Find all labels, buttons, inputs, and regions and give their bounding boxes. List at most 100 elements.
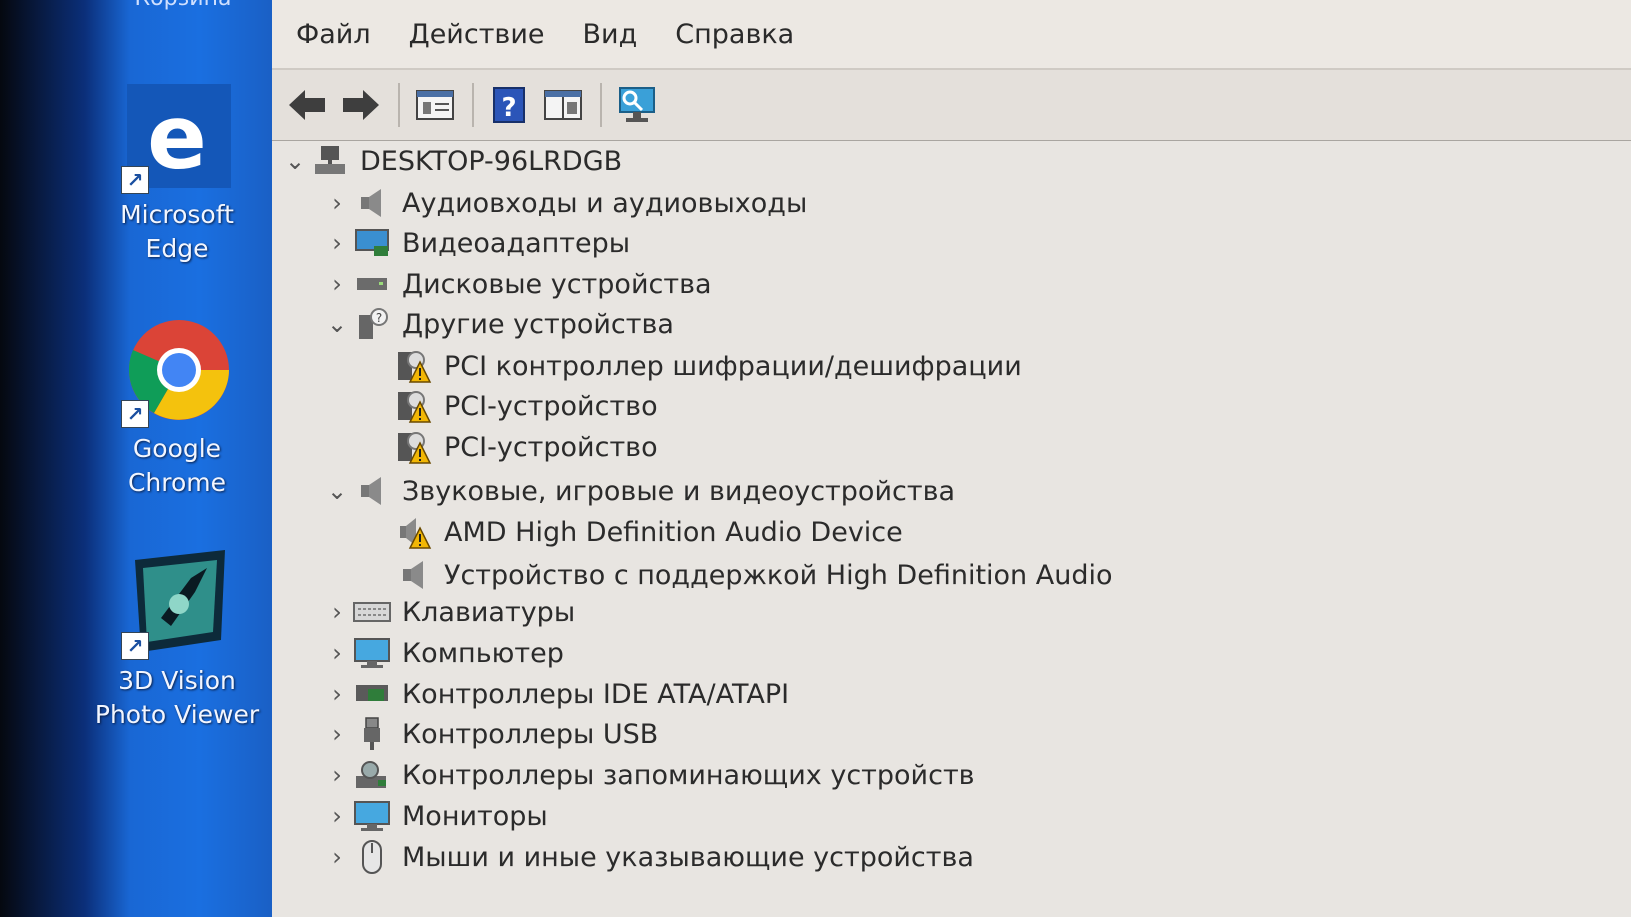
unknown-device-icon: ? xyxy=(352,306,392,342)
tree-node-video-adapters[interactable]: › Видеоадаптеры xyxy=(322,223,630,263)
forward-arrow-icon xyxy=(343,90,379,120)
chevron-right-icon[interactable]: › xyxy=(322,720,352,748)
tree-node-pci-device-1[interactable]: PCI-устройство xyxy=(394,386,658,426)
device-manager-window: Файл Действие Вид Справка ? ⌄ DESKTOP-96… xyxy=(272,0,1631,917)
display-adapter-icon xyxy=(352,225,392,261)
chevron-right-icon[interactable]: › xyxy=(322,598,352,626)
help-button[interactable]: ? xyxy=(486,82,532,128)
monitor-icon xyxy=(352,798,392,834)
shortcut-3d-vision-photo-viewer[interactable]: ↗ 3D Vision Photo Viewer xyxy=(92,548,262,732)
shortcut-arrow-icon: ↗ xyxy=(121,400,149,428)
tree-node-label: Аудиовходы и аудиовыходы xyxy=(402,187,808,219)
monitor-icon xyxy=(352,635,392,671)
tree-node-label: Видеоадаптеры xyxy=(402,227,631,259)
chevron-right-icon[interactable]: › xyxy=(322,680,352,708)
tree-node-audio-io[interactable]: › Аудиовходы и аудиовыходы xyxy=(322,183,807,223)
console-tree-icon xyxy=(544,90,582,120)
toolbar: ? xyxy=(272,68,1631,143)
mouse-icon xyxy=(352,839,392,875)
menu-action[interactable]: Действие xyxy=(409,19,545,50)
chevron-down-icon[interactable]: ⌄ xyxy=(280,147,310,175)
tree-node-amd-hd-audio[interactable]: AMD High Definition Audio Device xyxy=(394,512,903,552)
tree-node-label: Контроллеры запоминающих устройств xyxy=(402,759,975,791)
shortcut-microsoft-edge[interactable]: e ↗ Microsoft Edge xyxy=(92,82,262,266)
tree-node-ide-controllers[interactable]: › Контроллеры IDE ATA/ATAPI xyxy=(322,674,789,714)
properties-icon xyxy=(416,90,454,120)
storage-controller-icon xyxy=(352,757,392,793)
back-button[interactable] xyxy=(284,82,330,128)
tree-node-label: Контроллеры IDE ATA/ATAPI xyxy=(402,678,790,710)
shortcut-arrow-icon: ↗ xyxy=(121,632,149,660)
tree-node-label: PCI-устройство xyxy=(444,390,658,422)
svg-text:?: ? xyxy=(501,93,516,123)
properties-button[interactable] xyxy=(412,82,458,128)
tree-node-label: PCI-устройство xyxy=(444,431,658,463)
shortcut-label: Microsoft Edge xyxy=(120,200,234,263)
toolbar-separator xyxy=(600,83,602,127)
tree-node-computer[interactable]: › Компьютер xyxy=(322,633,564,673)
scan-hardware-icon xyxy=(619,87,655,122)
chevron-right-icon[interactable]: › xyxy=(322,802,352,830)
tree-node-label: Другие устройства xyxy=(402,308,674,340)
svg-text:?: ? xyxy=(376,311,382,325)
tree-node-sound-video-game[interactable]: ⌄ Звуковые, игровые и видеоустройства xyxy=(322,471,955,511)
chevron-down-icon[interactable]: ⌄ xyxy=(322,477,352,505)
tree-node-label: AMD High Definition Audio Device xyxy=(444,516,903,548)
tree-root-node[interactable]: ⌄ DESKTOP-96LRDGB xyxy=(280,141,622,181)
chevron-down-icon[interactable]: ⌄ xyxy=(322,310,352,338)
console-tree-button[interactable] xyxy=(540,82,586,128)
speaker-icon xyxy=(394,557,434,593)
computer-tree-icon xyxy=(310,143,350,179)
tree-node-label: Компьютер xyxy=(402,637,564,669)
menu-file[interactable]: Файл xyxy=(296,19,371,50)
scan-hardware-button[interactable] xyxy=(614,82,660,128)
recycle-bin-label: Корзина xyxy=(128,0,238,11)
warning-device-icon xyxy=(394,429,434,465)
tree-node-pci-device-2[interactable]: PCI-устройство xyxy=(394,427,658,467)
tree-node-label: Дисковые устройства xyxy=(402,268,712,300)
tree-node-disk-drives[interactable]: › Дисковые устройства xyxy=(322,264,712,304)
computer-name: DESKTOP-96LRDGB xyxy=(360,145,623,177)
tree-node-other-devices[interactable]: ⌄ ? Другие устройства xyxy=(322,304,674,344)
shortcut-google-chrome[interactable]: ↗ Google Chrome xyxy=(92,316,262,500)
tree-node-keyboards[interactable]: › Клавиатуры xyxy=(322,592,575,632)
tree-node-monitors[interactable]: › Мониторы xyxy=(322,796,548,836)
shortcut-label: 3D Vision Photo Viewer xyxy=(94,666,260,729)
device-tree: ⌄ DESKTOP-96LRDGB › Аудиовходы и аудиовы… xyxy=(272,141,1631,917)
chrome-icon: ↗ xyxy=(121,316,233,428)
menu-bar: Файл Действие Вид Справка xyxy=(272,0,1631,68)
chevron-right-icon[interactable]: › xyxy=(322,761,352,789)
chevron-right-icon[interactable]: › xyxy=(322,229,352,257)
chevron-right-icon[interactable]: › xyxy=(322,189,352,217)
speaker-icon xyxy=(352,473,392,509)
toolbar-separator xyxy=(398,83,400,127)
chevron-right-icon[interactable]: › xyxy=(322,270,352,298)
usb-icon xyxy=(352,716,392,752)
warning-speaker-icon xyxy=(394,514,434,550)
disk-drive-icon xyxy=(352,266,392,302)
warning-device-icon xyxy=(394,348,434,384)
tree-node-label: Устройство с поддержкой High Definition … xyxy=(444,559,1113,591)
menu-view[interactable]: Вид xyxy=(583,19,638,50)
shortcut-arrow-icon: ↗ xyxy=(121,166,149,194)
speaker-icon xyxy=(352,185,392,221)
shortcut-label: Google Chrome xyxy=(127,434,227,497)
ide-controller-icon xyxy=(352,676,392,712)
tree-node-hd-audio-device[interactable]: Устройство с поддержкой High Definition … xyxy=(394,555,1113,595)
tree-node-pci-crypto-controller[interactable]: PCI контроллер шифрации/дешифрации xyxy=(394,346,1022,386)
chevron-right-icon[interactable]: › xyxy=(322,639,352,667)
3d-vision-icon: ↗ xyxy=(121,548,233,660)
tree-node-mice[interactable]: › Мыши и иные указывающие устройства xyxy=(322,837,974,877)
tree-node-storage-controllers[interactable]: › Контроллеры запоминающих устройств xyxy=(322,755,975,795)
tree-node-usb-controllers[interactable]: › Контроллеры USB xyxy=(322,714,658,754)
keyboard-icon xyxy=(352,594,392,630)
edge-icon: e ↗ xyxy=(121,82,233,194)
tree-node-label: Мыши и иные указывающие устройства xyxy=(402,841,974,873)
desktop-background: Корзина e ↗ Microsoft Edge ↗ Google Chro… xyxy=(0,0,275,917)
back-arrow-icon xyxy=(289,90,325,120)
chevron-right-icon[interactable]: › xyxy=(322,843,352,871)
tree-node-label: Мониторы xyxy=(402,800,548,832)
forward-button[interactable] xyxy=(338,82,384,128)
menu-help[interactable]: Справка xyxy=(675,19,794,50)
tree-node-label: Клавиатуры xyxy=(402,596,576,628)
